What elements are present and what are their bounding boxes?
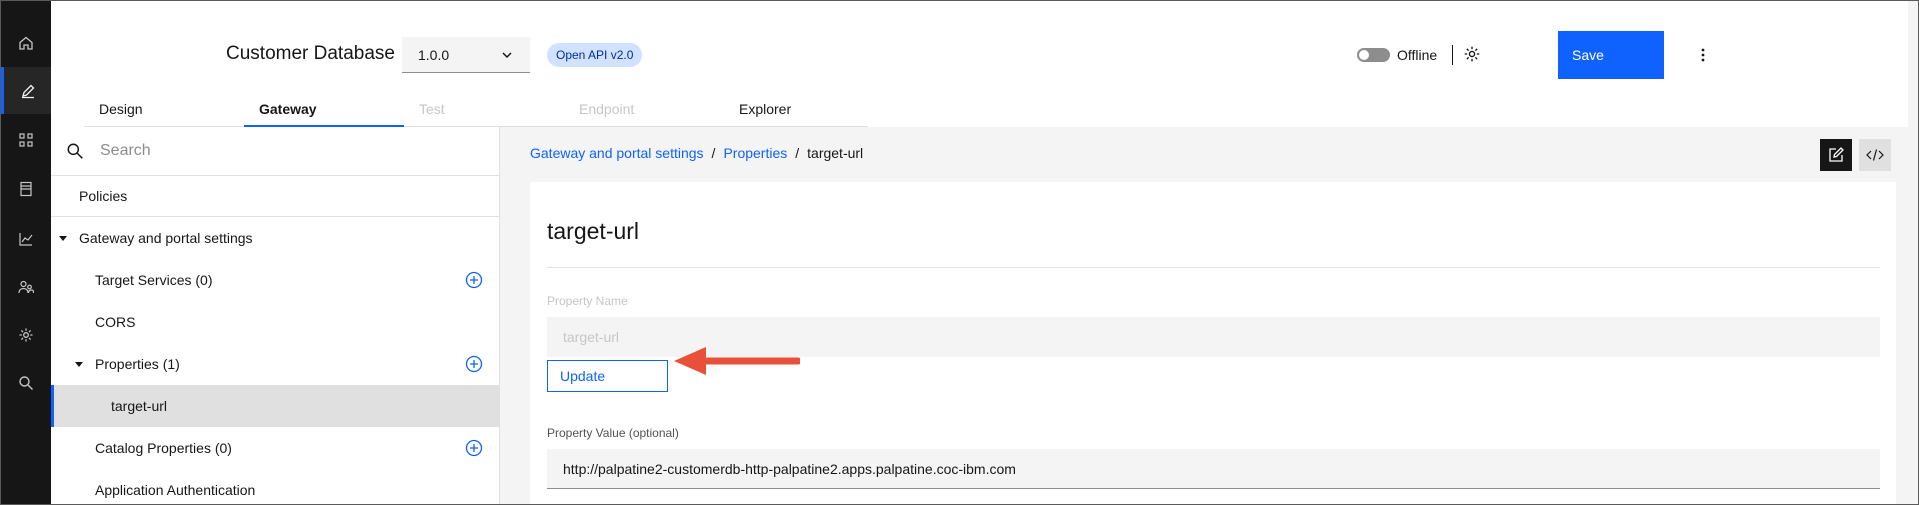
- property-name-value: target-url: [563, 329, 620, 345]
- search-icon: [67, 143, 83, 159]
- app-window: Customer Database 1.0.0 Open API v2.0 Of…: [0, 0, 1919, 505]
- sidebar-item-label: Catalog Properties (0): [95, 440, 232, 456]
- breadcrumb-current: target-url: [807, 145, 864, 161]
- openapi-version-tag: Open API v2.0: [547, 43, 643, 67]
- rail-users-button[interactable]: [1, 263, 51, 310]
- property-value-field[interactable]: http://palpatine2-customerdb-http-palpat…: [547, 449, 1880, 489]
- chevron-down-icon: [502, 51, 512, 58]
- users-icon: [18, 280, 34, 293]
- breadcrumb-separator: /: [795, 145, 800, 161]
- settings-icon: [19, 328, 33, 341]
- sidebar-item-label: Application Authentication: [95, 482, 256, 498]
- add-catalog-property-icon[interactable]: [465, 439, 483, 457]
- edit-icon: [21, 84, 34, 98]
- sidebar-item-label: target-url: [111, 398, 168, 414]
- edit-icon: [1829, 147, 1844, 162]
- title-divider: [547, 267, 1880, 268]
- apps-icon: [19, 132, 33, 147]
- version-select[interactable]: 1.0.0: [402, 37, 530, 73]
- sidebar-item-label: CORS: [95, 314, 136, 330]
- add-property-icon[interactable]: [465, 355, 483, 373]
- annotation-arrow-icon: [674, 347, 800, 375]
- breadcrumb-properties[interactable]: Properties: [723, 145, 787, 161]
- tab-design[interactable]: Design: [84, 93, 244, 127]
- rail-catalog-button[interactable]: [1, 165, 51, 212]
- catalog-icon: [20, 181, 32, 196]
- editor-tabs: Design Gateway Test Endpoint Explorer: [84, 93, 868, 127]
- overflow-menu-button[interactable]: [1695, 45, 1711, 65]
- sidebar-item-label: Target Services (0): [95, 272, 213, 288]
- sidebar-item-label: Policies: [79, 187, 128, 204]
- breadcrumb: Gateway and portal settings / Properties…: [530, 145, 863, 161]
- form-view-button[interactable]: [1820, 139, 1852, 171]
- left-nav-rail: [1, 1, 51, 504]
- search-input[interactable]: [98, 141, 442, 161]
- header-divider: [1452, 45, 1453, 65]
- rail-apps-button[interactable]: [1, 116, 51, 163]
- breadcrumb-separator: /: [711, 145, 716, 161]
- source-view-button[interactable]: [1859, 139, 1891, 171]
- sidebar-item-catalog-properties[interactable]: Catalog Properties (0): [51, 427, 499, 469]
- api-title: Customer Database: [226, 43, 395, 64]
- home-icon: [19, 36, 33, 50]
- rail-search-button[interactable]: [1, 359, 51, 406]
- tab-explorer[interactable]: Explorer: [724, 93, 868, 127]
- main-content: Gateway and portal settings / Properties…: [500, 127, 1908, 504]
- sidebar-item-target-url[interactable]: target-url: [51, 385, 499, 427]
- sidebar-item-gateway-portal-settings[interactable]: Gateway and portal settings: [51, 217, 499, 259]
- breadcrumb-gateway-portal-settings[interactable]: Gateway and portal settings: [530, 145, 704, 161]
- sidebar-item-cors[interactable]: CORS: [51, 301, 499, 343]
- analytics-icon: [19, 232, 33, 246]
- sidebar-item-target-services[interactable]: Target Services (0): [51, 259, 499, 301]
- rail-home-button[interactable]: [1, 19, 51, 66]
- add-target-service-icon[interactable]: [465, 271, 483, 289]
- caret-down-icon: [75, 362, 83, 367]
- save-button[interactable]: Save: [1558, 31, 1664, 79]
- tab-gateway[interactable]: Gateway: [244, 93, 404, 127]
- sidebar-search: [51, 127, 499, 176]
- caret-down-icon: [59, 236, 67, 241]
- rail-edit-button[interactable]: [1, 67, 51, 114]
- version-value: 1.0.0: [418, 46, 450, 63]
- sidebar-item-application-authentication[interactable]: Application Authentication: [51, 469, 499, 504]
- gear-icon: [1464, 46, 1480, 62]
- overflow-menu-icon: [1701, 48, 1705, 62]
- status-label: Offline: [1397, 47, 1438, 63]
- scroll-gutter: [1908, 1, 1918, 504]
- property-value-label: Property Value (optional): [547, 426, 679, 440]
- search-icon: [19, 375, 33, 390]
- online-toggle[interactable]: [1357, 48, 1390, 62]
- gateway-sidebar: Policies Gateway and portal settings Tar…: [51, 127, 500, 504]
- code-icon: [1866, 149, 1884, 161]
- tab-test: Test: [404, 93, 564, 127]
- sidebar-item-label: Properties (1): [95, 356, 180, 372]
- tab-endpoint: Endpoint: [564, 93, 724, 127]
- update-button[interactable]: Update: [547, 360, 668, 392]
- sidebar-item-label: Gateway and portal settings: [79, 230, 253, 246]
- property-title: target-url: [547, 218, 640, 244]
- rail-analytics-button[interactable]: [1, 215, 51, 262]
- sidebar-item-policies[interactable]: Policies: [51, 175, 499, 217]
- sidebar-item-properties[interactable]: Properties (1): [51, 343, 499, 385]
- property-name-label: Property Name: [547, 294, 628, 308]
- property-value-text: http://palpatine2-customerdb-http-palpat…: [563, 460, 1016, 477]
- api-settings-button[interactable]: [1461, 43, 1483, 65]
- rail-settings-button[interactable]: [1, 311, 51, 358]
